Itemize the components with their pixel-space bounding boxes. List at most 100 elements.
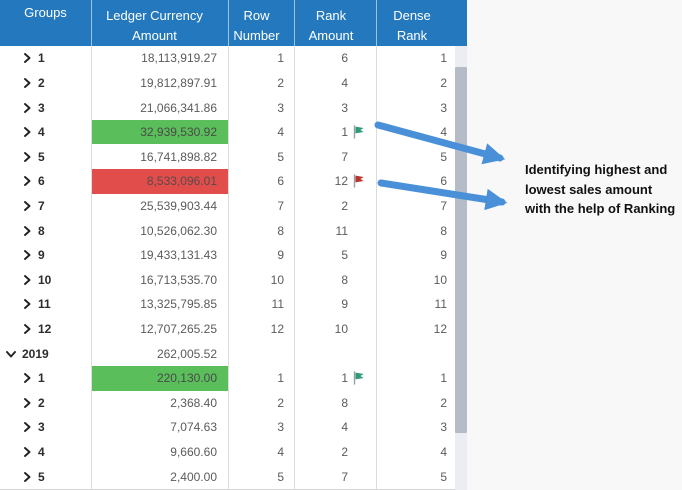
dense-rank-value: 4 <box>440 445 447 459</box>
group-cell[interactable]: 5 <box>0 144 92 169</box>
column-header-label: Amount <box>132 26 177 46</box>
group-cell[interactable]: 3 <box>0 95 92 120</box>
group-cell[interactable]: 2 <box>0 71 92 96</box>
expand-chevron-icon[interactable] <box>22 373 32 383</box>
group-cell[interactable]: 1 <box>0 46 92 71</box>
table-row: 2 19,812,897.91 2 4 2 <box>0 71 467 96</box>
table-row: 8 10,526,062.30 8 11 8 <box>0 218 467 243</box>
expand-chevron-icon[interactable] <box>22 324 32 334</box>
row-number-value: 7 <box>277 199 284 213</box>
group-cell[interactable]: 7 <box>0 194 92 219</box>
group-label: 5 <box>38 150 45 164</box>
ledger-amount-value: 25,539,903.44 <box>140 199 217 213</box>
group-cell[interactable]: 11 <box>0 292 92 317</box>
group-cell[interactable]: 6 <box>0 169 92 194</box>
expand-chevron-icon[interactable] <box>22 226 32 236</box>
expand-chevron-icon[interactable] <box>22 127 32 137</box>
group-cell[interactable]: 9 <box>0 243 92 268</box>
group-label: 7 <box>38 199 45 213</box>
rank-amount-cell: 11 <box>295 218 377 243</box>
expand-chevron-icon[interactable] <box>22 422 32 432</box>
dense-rank-cell: 8 <box>377 218 467 243</box>
rank-amount-cell: 1 <box>295 366 377 391</box>
table-row: 3 7,074.63 3 4 3 <box>0 415 467 440</box>
group-label: 12 <box>38 322 51 336</box>
ledger-amount-value: 13,325,795.85 <box>140 297 217 311</box>
row-number-value: 5 <box>277 470 284 484</box>
expand-chevron-icon[interactable] <box>22 299 32 309</box>
rank-amount-value: 7 <box>341 150 348 164</box>
group-label: 3 <box>38 420 45 434</box>
dense-rank-cell: 3 <box>377 415 467 440</box>
ledger-amount-cell: 19,812,897.91 <box>92 71 229 96</box>
ledger-amount-cell: 25,539,903.44 <box>92 194 229 219</box>
group-cell[interactable]: 2 <box>0 391 92 416</box>
row-number-cell: 1 <box>229 366 295 391</box>
group-cell[interactable]: 5 <box>0 464 92 489</box>
column-header-label: Rank <box>397 26 427 46</box>
ledger-amount-cell: 2,368.40 <box>92 391 229 416</box>
expand-chevron-icon[interactable] <box>22 398 32 408</box>
expand-chevron-icon[interactable] <box>22 103 32 113</box>
expand-chevron-icon[interactable] <box>22 447 32 457</box>
expand-chevron-icon[interactable] <box>6 349 16 359</box>
column-header-label: Groups <box>24 3 67 23</box>
annotation-line: with the help of Ranking <box>525 199 682 219</box>
group-cell[interactable]: 1 <box>0 366 92 391</box>
row-number-cell: 6 <box>229 169 295 194</box>
ledger-amount-cell: 32,939,530.92 <box>92 120 229 145</box>
dense-rank-value: 11 <box>435 297 447 311</box>
ledger-amount-cell: 13,325,795.85 <box>92 292 229 317</box>
rank-amount-value: 2 <box>341 445 348 459</box>
ledger-amount-cell: 7,074.63 <box>92 415 229 440</box>
column-header-groups[interactable]: Groups <box>0 0 92 46</box>
ledger-amount-cell: 16,741,898.82 <box>92 144 229 169</box>
table-row: 4 9,660.60 4 2 4 <box>0 440 467 465</box>
table-row: 10 16,713,535.70 10 8 10 <box>0 267 467 292</box>
table-row: 11 13,325,795.85 11 9 11 <box>0 292 467 317</box>
group-label: 1 <box>38 51 45 65</box>
ledger-amount-value: 7,074.63 <box>170 420 217 434</box>
row-number-cell: 1 <box>229 46 295 71</box>
row-number-value: 12 <box>271 322 284 336</box>
dense-rank-cell: 7 <box>377 194 467 219</box>
column-header-label: Ledger Currency <box>106 6 203 26</box>
dense-rank-value: 8 <box>440 224 447 238</box>
group-cell[interactable]: 12 <box>0 317 92 342</box>
row-number-cell: 5 <box>229 464 295 489</box>
expand-chevron-icon[interactable] <box>22 275 32 285</box>
expand-chevron-icon[interactable] <box>22 472 32 482</box>
group-cell[interactable]: 2019 <box>0 341 92 366</box>
ledger-amount-cell: 16,713,535.70 <box>92 267 229 292</box>
ledger-amount-value: 2,400.00 <box>170 470 217 484</box>
column-header-row-number[interactable]: Row Number <box>229 0 295 46</box>
expand-chevron-icon[interactable] <box>22 201 32 211</box>
row-number-value: 9 <box>277 248 284 262</box>
rank-amount-value: 5 <box>341 248 348 262</box>
expand-chevron-icon[interactable] <box>22 250 32 260</box>
rank-amount-value: 9 <box>341 297 348 311</box>
table-row: 7 25,539,903.44 7 2 7 <box>0 194 467 219</box>
expand-chevron-icon[interactable] <box>22 152 32 162</box>
expand-chevron-icon[interactable] <box>22 53 32 63</box>
rank-amount-value: 1 <box>341 125 348 139</box>
ledger-amount-value: 16,713,535.70 <box>140 273 217 287</box>
group-cell[interactable]: 8 <box>0 218 92 243</box>
expand-chevron-icon[interactable] <box>22 176 32 186</box>
dense-rank-cell: 4 <box>377 440 467 465</box>
group-cell[interactable]: 4 <box>0 440 92 465</box>
vertical-scrollbar-thumb[interactable] <box>455 67 467 433</box>
rank-amount-value: 8 <box>341 273 348 287</box>
group-cell[interactable]: 10 <box>0 267 92 292</box>
column-header-rank-amount[interactable]: Rank Amount <box>295 0 377 46</box>
column-header-ledger-currency-amount[interactable]: Ledger Currency Amount <box>92 0 229 46</box>
row-number-cell: 2 <box>229 391 295 416</box>
dense-rank-value: 3 <box>440 420 447 434</box>
column-header-dense-rank[interactable]: Dense Rank <box>377 0 467 46</box>
dense-rank-value: 12 <box>434 322 447 336</box>
group-cell[interactable]: 3 <box>0 415 92 440</box>
row-number-value: 2 <box>277 76 284 90</box>
expand-chevron-icon[interactable] <box>22 78 32 88</box>
group-cell[interactable]: 4 <box>0 120 92 145</box>
row-number-value: 5 <box>277 150 284 164</box>
